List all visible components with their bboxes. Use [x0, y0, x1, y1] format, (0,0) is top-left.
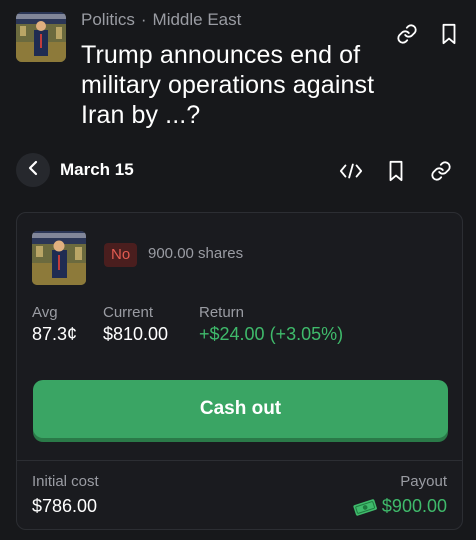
- market-title: Trump announces end of military operatio…: [81, 41, 375, 129]
- cash-out-button[interactable]: Cash out: [33, 380, 448, 438]
- breadcrumb-subcategory[interactable]: Middle East: [153, 10, 242, 29]
- money-icon: [353, 498, 377, 516]
- bookmark-icon[interactable]: [435, 20, 463, 48]
- chevron-left-icon: [26, 160, 40, 181]
- position-card: No 900.00 shares Avg 87.3¢ Current $810.…: [16, 212, 463, 530]
- avg-value: 87.3¢: [32, 324, 78, 344]
- avg-label: Avg: [32, 304, 58, 321]
- initial-cost-value: $786.00: [32, 496, 98, 516]
- bookmark-icon[interactable]: [382, 157, 410, 185]
- return-value: +$24.00 (+3.05%): [199, 324, 344, 344]
- card-divider: [17, 460, 462, 461]
- return-label: Return: [199, 304, 245, 321]
- outcome-badge: No: [104, 243, 138, 267]
- breadcrumb-separator: ·: [140, 10, 147, 29]
- breadcrumb-category[interactable]: Politics: [81, 10, 135, 29]
- back-button[interactable]: [16, 153, 50, 187]
- shares-count: 900.00 shares: [148, 245, 244, 262]
- breadcrumb: Politics · Middle East: [81, 10, 241, 30]
- link-icon[interactable]: [393, 20, 421, 48]
- link-icon[interactable]: [427, 157, 455, 185]
- date-label: March 15: [60, 160, 134, 179]
- payout-label: Payout: [400, 473, 447, 490]
- position-thumbnail: [32, 231, 86, 285]
- payout-value: $900.00: [381, 496, 447, 516]
- embed-code-icon[interactable]: [337, 157, 365, 185]
- current-label: Current: [103, 304, 154, 321]
- current-value: $810.00: [103, 324, 169, 344]
- market-thumbnail: [16, 12, 66, 62]
- initial-cost-label: Initial cost: [32, 473, 99, 490]
